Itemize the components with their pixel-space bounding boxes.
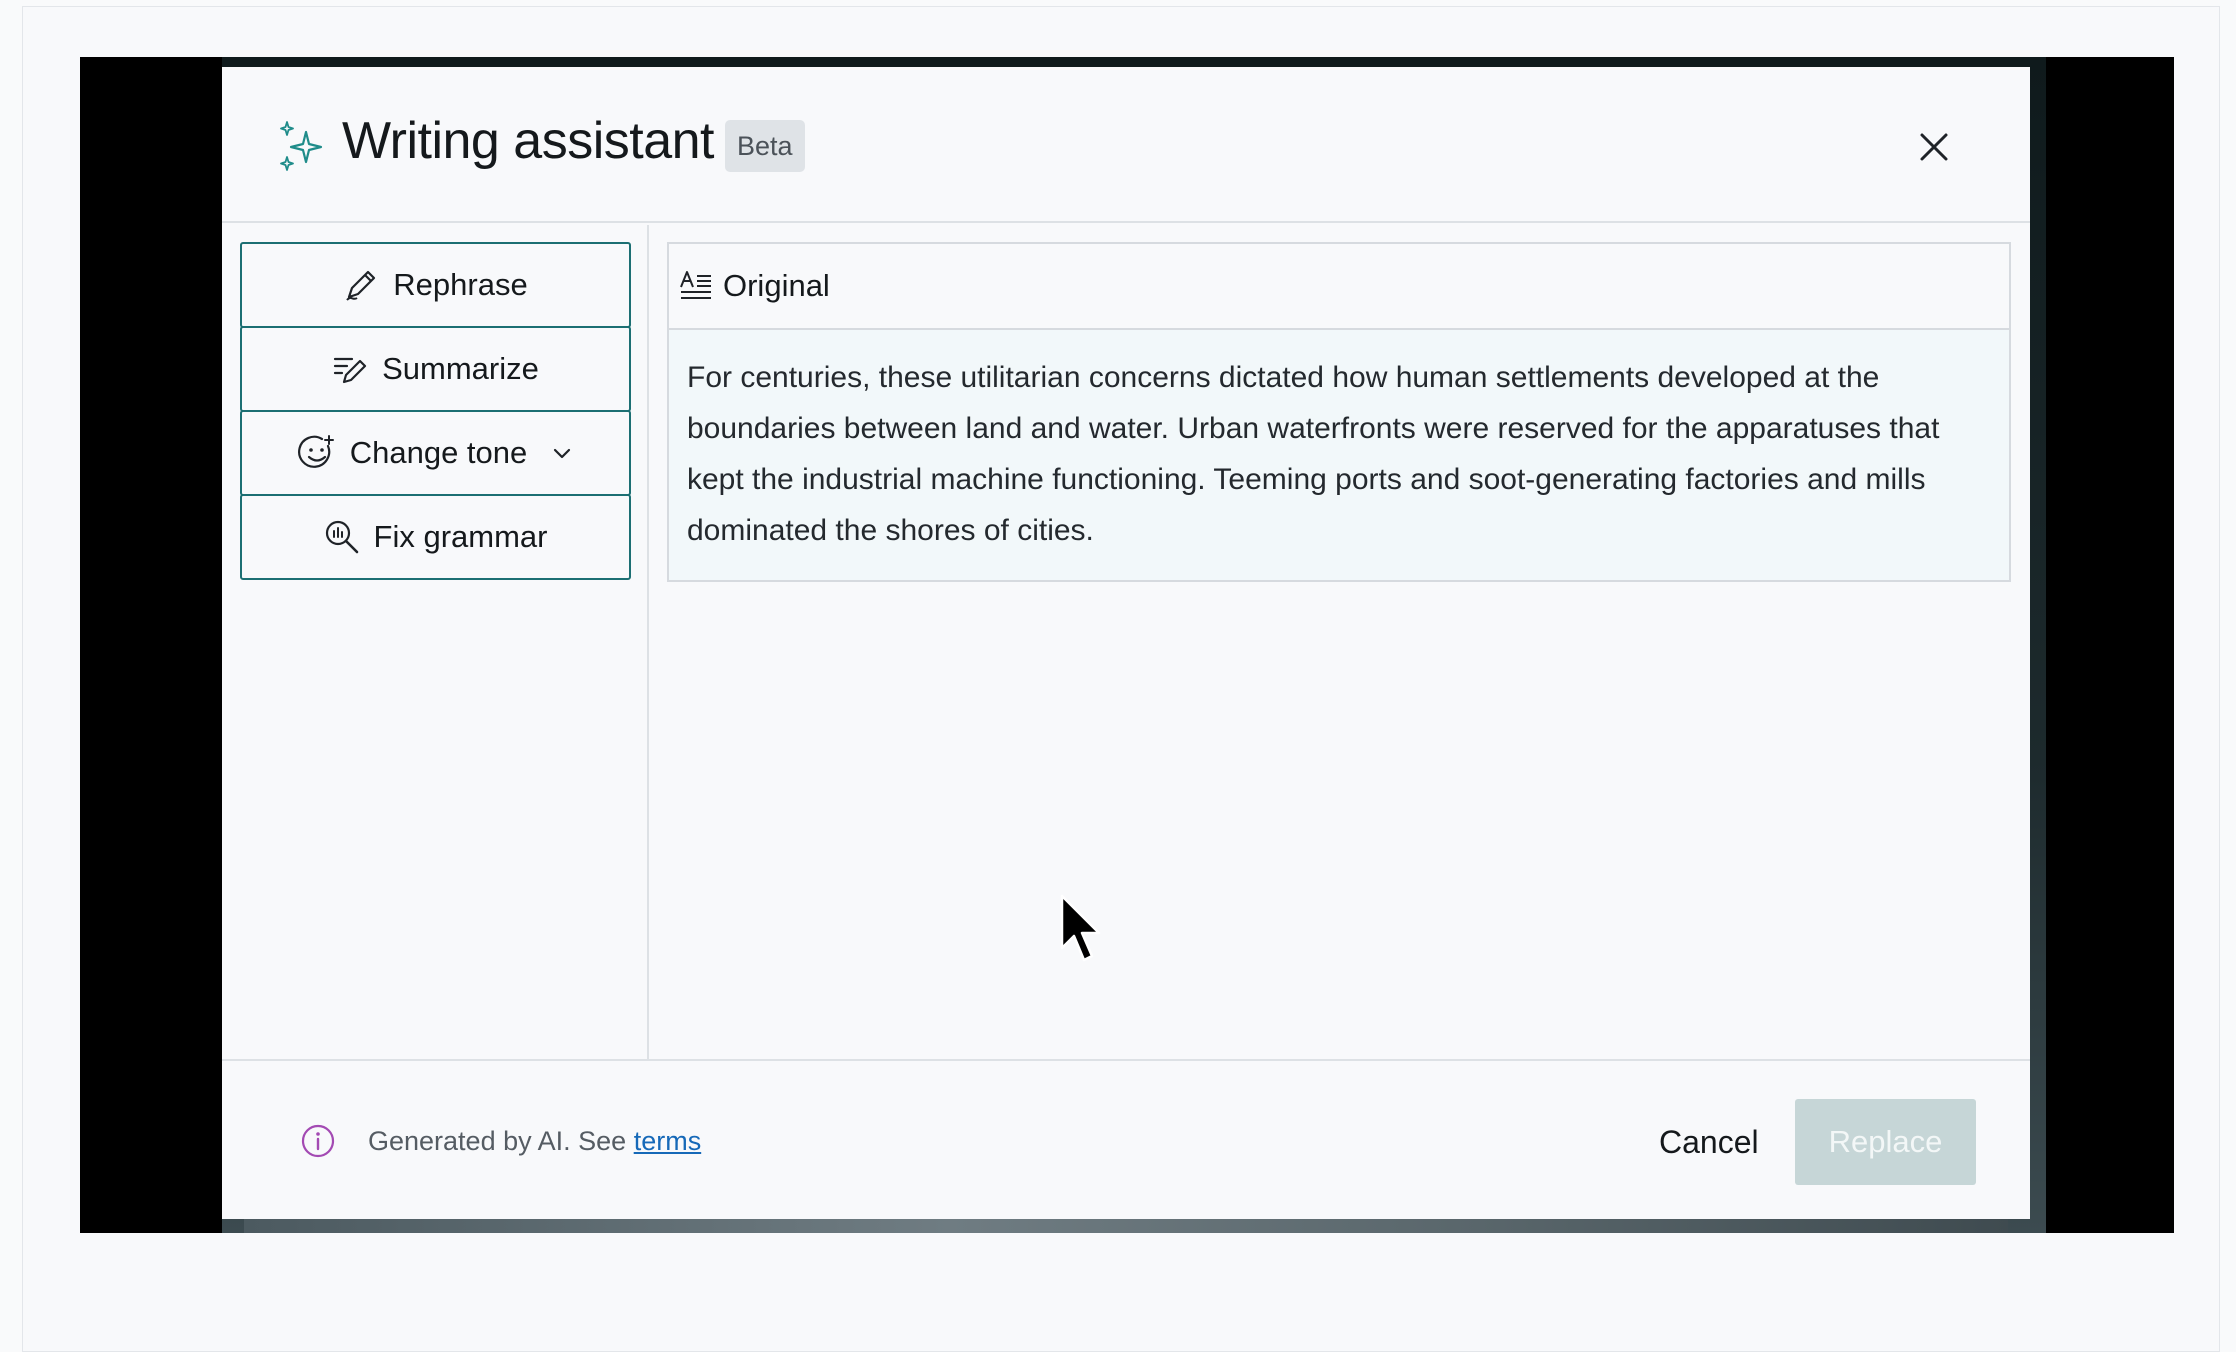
fix-grammar-label: Fix grammar (373, 519, 548, 554)
summarize-label: Summarize (382, 351, 539, 386)
change-tone-button[interactable]: Change tone (240, 410, 631, 496)
chevron-down-icon (554, 448, 571, 459)
info-icon (301, 1124, 335, 1158)
background-strip (244, 1219, 2008, 1233)
dialog-footer: Generated by AI. See terms Cancel Replac… (222, 1059, 2030, 1219)
ai-disclaimer: Generated by AI. See terms (368, 1123, 701, 1159)
original-panel: Original For centuries, these utilitaria… (667, 242, 2011, 582)
action-sidebar: Rephrase Summarize Change tone Fix gramm… (222, 225, 649, 1059)
cancel-button[interactable]: Cancel (1635, 1101, 1783, 1183)
summarize-button[interactable]: Summarize (240, 326, 631, 412)
rephrase-button[interactable]: Rephrase (240, 242, 631, 328)
summarize-pencil-icon (334, 357, 367, 384)
fix-grammar-button[interactable]: Fix grammar (240, 494, 631, 580)
pencil-icon (346, 270, 376, 301)
rephrase-label: Rephrase (393, 267, 528, 302)
replace-button[interactable]: Replace (1795, 1099, 1976, 1185)
terms-link[interactable]: terms (634, 1126, 702, 1156)
change-tone-label: Change tone (349, 435, 528, 470)
writing-assistant-dialog: Writing assistant Beta Rephrase Summariz… (222, 67, 2030, 1219)
beta-badge: Beta (725, 120, 805, 172)
dialog-title: Writing assistant (342, 112, 715, 170)
dialog-header: Writing assistant Beta (222, 67, 2030, 223)
close-icon[interactable] (1912, 125, 1956, 169)
original-heading: Original (723, 268, 830, 303)
original-header: Original (667, 242, 2011, 328)
magnifier-icon (325, 520, 358, 554)
ai-disclaimer-text: Generated by AI. See (368, 1126, 634, 1156)
text-format-icon (680, 271, 711, 299)
mouse-cursor-icon (1060, 894, 1101, 962)
original-text: For centuries, these utilitarian concern… (667, 328, 2011, 582)
smiley-icon (297, 435, 334, 468)
sparkle-icon (280, 121, 323, 171)
